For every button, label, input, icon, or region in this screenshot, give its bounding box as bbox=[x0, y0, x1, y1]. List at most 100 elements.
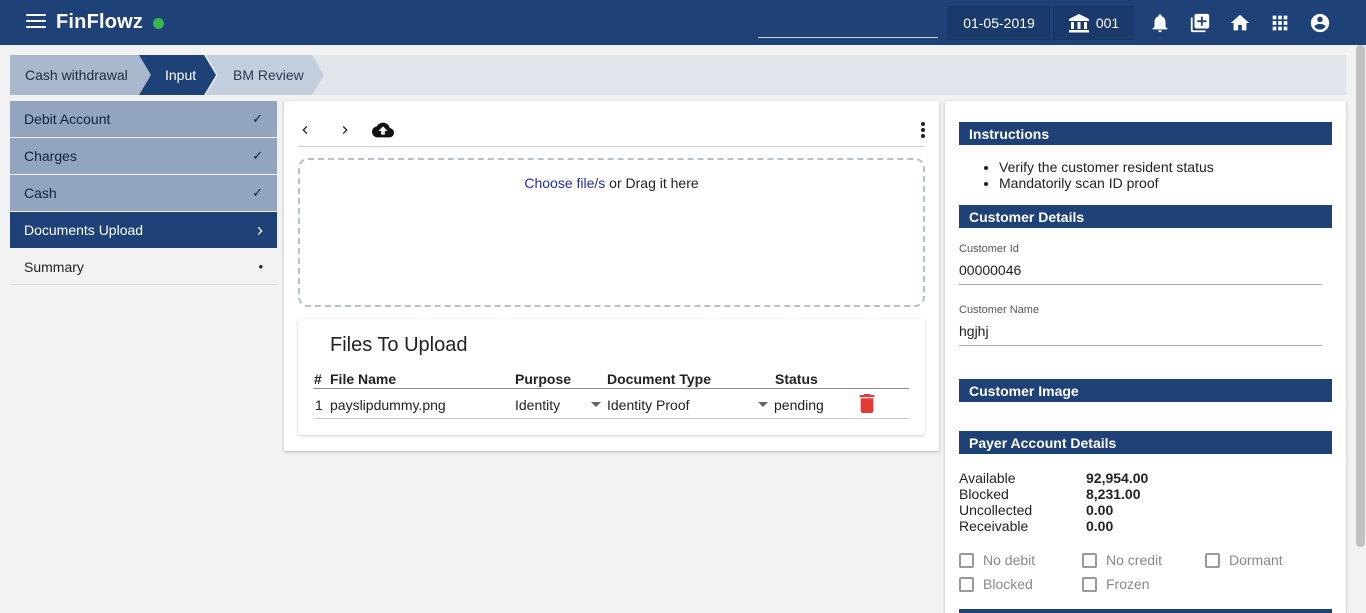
apps-grid-icon[interactable] bbox=[1269, 12, 1291, 34]
instruction-item: Verify the customer resident status bbox=[999, 159, 1214, 175]
row-number: 1 bbox=[315, 397, 323, 413]
checkbox-box bbox=[1082, 552, 1097, 568]
balance-value: 92,954.00 bbox=[1086, 470, 1149, 486]
menu-icon[interactable] bbox=[26, 14, 46, 30]
check-icon: ✓ bbox=[252, 111, 263, 126]
branch-selector[interactable]: 001 bbox=[1053, 6, 1134, 40]
file-dropzone[interactable]: Choose file/s or Drag it here bbox=[298, 158, 925, 307]
check-icon: ✓ bbox=[252, 148, 263, 163]
app-title: FinFlowz bbox=[56, 11, 144, 33]
sidebar-item-label: Documents Upload bbox=[24, 222, 144, 238]
row-status: pending bbox=[774, 397, 824, 413]
checkbox-label: No debit bbox=[983, 552, 1036, 568]
balance-row-blocked: Blocked 8,231.00 bbox=[959, 486, 1148, 502]
chevron-left-icon[interactable] bbox=[294, 119, 316, 141]
home-icon[interactable] bbox=[1229, 12, 1251, 34]
sidebar-item-summary[interactable]: Summary • bbox=[10, 249, 277, 285]
no-debit-checkbox[interactable]: No debit bbox=[959, 552, 1035, 568]
table-row-divider bbox=[314, 418, 909, 419]
sidebar-item-label: Charges bbox=[24, 148, 77, 164]
checkbox-box bbox=[1082, 576, 1097, 592]
checkbox-label: No credit bbox=[1106, 552, 1163, 568]
customer-details-header: Customer Details bbox=[959, 205, 1332, 228]
top-app-bar: FinFlowz 01-05-2019 001 bbox=[0, 0, 1366, 45]
dot-icon: • bbox=[258, 259, 263, 274]
balance-label: Available bbox=[959, 470, 1016, 486]
business-date[interactable]: 01-05-2019 bbox=[948, 6, 1050, 40]
breadcrumb-step-cash-withdrawal[interactable]: Cash withdrawal bbox=[10, 55, 152, 95]
document-type-select[interactable]: Identity Proof bbox=[607, 397, 690, 413]
checkbox-box bbox=[1205, 552, 1220, 568]
bank-icon bbox=[1068, 14, 1089, 33]
drag-hint: or Drag it here bbox=[605, 175, 699, 191]
balance-list: Available 92,954.00 Blocked 8,231.00 Unc… bbox=[959, 470, 1148, 534]
row-file-name: payslipdummy.png bbox=[330, 397, 446, 413]
purpose-dropdown-icon[interactable] bbox=[591, 402, 601, 407]
customer-id-field: 00000046 bbox=[959, 262, 1322, 285]
purpose-select[interactable]: Identity bbox=[515, 397, 560, 413]
checkbox-label: Blocked bbox=[983, 576, 1033, 592]
status-indicator bbox=[153, 18, 164, 29]
sidebar-item-cash[interactable]: Cash ✓ bbox=[10, 175, 277, 211]
customer-id-label: Customer Id bbox=[959, 243, 1019, 255]
blocked-checkbox[interactable]: Blocked bbox=[959, 576, 1033, 592]
balance-row-receivable: Receivable 0.00 bbox=[959, 518, 1148, 534]
sidebar-item-label: Cash bbox=[24, 185, 57, 201]
files-to-upload-title: Files To Upload bbox=[330, 334, 468, 356]
delete-icon[interactable] bbox=[859, 394, 875, 416]
add-box-icon[interactable] bbox=[1189, 12, 1211, 34]
balance-label: Blocked bbox=[959, 486, 1009, 502]
business-date-value: 01-05-2019 bbox=[963, 15, 1035, 31]
upload-toolbar bbox=[298, 115, 925, 147]
customer-image-header: Customer Image bbox=[959, 379, 1332, 402]
balance-value: 0.00 bbox=[1086, 518, 1114, 534]
balance-row-uncollected: Uncollected 0.00 bbox=[959, 502, 1148, 518]
more-vertical-icon[interactable] bbox=[918, 119, 928, 141]
search-input[interactable] bbox=[758, 14, 938, 38]
instruction-item: Mandatorily scan ID proof bbox=[999, 175, 1214, 191]
documents-upload-card: Choose file/s or Drag it here Files To U… bbox=[284, 101, 939, 451]
chevron-right-icon[interactable] bbox=[334, 119, 356, 141]
page-scrollbar-thumb[interactable] bbox=[1356, 45, 1365, 547]
sidebar-item-label: Debit Account bbox=[24, 111, 111, 127]
checkbox-box bbox=[959, 552, 974, 568]
next-section-header bbox=[959, 609, 1332, 613]
instructions-list: Verify the customer resident status Mand… bbox=[999, 159, 1214, 191]
breadcrumb-step-bm-review[interactable]: BM Review bbox=[206, 55, 324, 95]
document-type-dropdown-icon[interactable] bbox=[758, 402, 768, 407]
column-header-file-name: File Name bbox=[330, 371, 397, 387]
bell-icon[interactable] bbox=[1149, 12, 1171, 34]
balance-label: Receivable bbox=[959, 518, 1029, 534]
column-header-number: # bbox=[314, 371, 322, 387]
customer-name-label: Customer Name bbox=[959, 304, 1040, 316]
sidebar-nav: Debit Account ✓ Charges ✓ Cash ✓ Documen… bbox=[10, 101, 277, 286]
checkbox-label: Frozen bbox=[1106, 576, 1150, 592]
checkbox-label: Dormant bbox=[1229, 552, 1283, 568]
sidebar-item-documents-upload[interactable]: Documents Upload › bbox=[10, 212, 277, 248]
branch-code: 001 bbox=[1095, 15, 1120, 31]
no-credit-checkbox[interactable]: No credit bbox=[1082, 552, 1162, 568]
balance-label: Uncollected bbox=[959, 502, 1033, 518]
process-breadcrumb: Cash withdrawal Input BM Review bbox=[10, 55, 1346, 95]
sidebar-item-debit-account[interactable]: Debit Account ✓ bbox=[10, 101, 277, 137]
check-icon: ✓ bbox=[252, 185, 263, 200]
balance-value: 0.00 bbox=[1086, 502, 1114, 518]
balance-row-available: Available 92,954.00 bbox=[959, 470, 1148, 486]
payer-account-details-header: Payer Account Details bbox=[959, 431, 1332, 454]
sidebar-item-label: Summary bbox=[24, 258, 84, 275]
customer-name-field: hgjhj bbox=[959, 323, 1322, 346]
choose-files-link[interactable]: Choose file/s bbox=[524, 175, 605, 191]
column-header-purpose: Purpose bbox=[515, 371, 572, 387]
files-to-upload-panel: Files To Upload # File Name Purpose Docu… bbox=[298, 319, 925, 435]
table-header-divider bbox=[314, 388, 909, 389]
chevron-right-icon: › bbox=[257, 219, 263, 240]
sidebar-item-charges[interactable]: Charges ✓ bbox=[10, 138, 277, 174]
cloud-upload-icon[interactable] bbox=[370, 119, 396, 141]
checkbox-box bbox=[959, 576, 974, 592]
column-header-status: Status bbox=[775, 371, 818, 387]
dormant-checkbox[interactable]: Dormant bbox=[1205, 552, 1283, 568]
right-info-panel: Instructions Verify the customer residen… bbox=[945, 101, 1346, 613]
frozen-checkbox[interactable]: Frozen bbox=[1082, 576, 1150, 592]
balance-value: 8,231.00 bbox=[1086, 486, 1141, 502]
account-circle-icon[interactable] bbox=[1309, 12, 1331, 34]
